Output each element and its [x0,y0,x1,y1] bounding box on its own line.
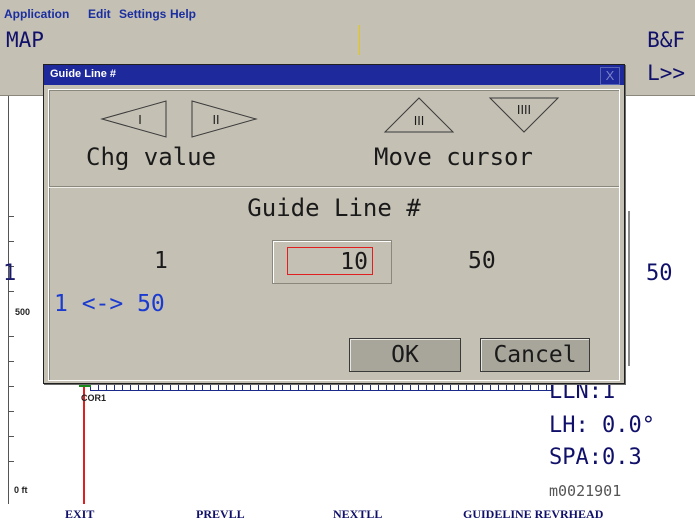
status-id: m0021901 [549,482,622,500]
softkey-bar: EXIT PREVLL NEXTLL GUIDELINE REVRHEAD [0,504,695,523]
prevll-button[interactable]: PREVLL [196,507,245,522]
right-arrow-label: II [212,113,219,127]
header-right-top: B&F [647,28,685,52]
guide-line-value-input[interactable]: 10 [287,247,373,275]
dialog-title-bar: Guide Line # X [44,65,624,85]
up-arrow-label: III [414,114,425,128]
right-value: 50 [646,261,673,286]
menu-settings[interactable]: Settings [119,7,166,21]
value-field-frame: 10 [272,240,392,284]
axis-tick [8,411,14,412]
left-value: 1 [3,261,17,286]
depth-mark-label: 500 [15,307,31,317]
axis-tick [8,291,14,292]
move-cursor-label: Move cursor [374,143,533,171]
zero-depth-label: 0 ft [14,485,28,495]
left-arrow-icon[interactable]: I [100,99,168,139]
menu-bar: Application Edit Settings Help [0,0,695,25]
up-arrow-icon[interactable]: III [383,96,455,134]
range-text: 1 <-> 50 [54,291,165,317]
axis-tick [8,241,14,242]
exit-button[interactable]: EXIT [65,507,94,522]
dialog-heading: Guide Line # [247,194,421,222]
right-arrow-icon[interactable]: II [190,99,258,139]
dialog-divider [49,186,619,188]
nextll-button[interactable]: NEXTLL [333,507,382,522]
menu-help[interactable]: Help [170,7,196,21]
status-spa: SPA:0.3 [549,445,642,470]
guide-line-dialog: Guide Line # X I II III IIII Chg value M… [43,64,625,384]
left-arrow-label: I [138,113,142,127]
axis-tick [8,436,14,437]
dialog-title: Guide Line # [50,68,117,80]
depth-axis [8,96,9,504]
header-right-bottom[interactable]: L>> [647,61,685,85]
right-scale-bar [628,211,630,366]
ok-button[interactable]: OK [349,338,461,372]
header-divider [359,25,360,55]
cancel-button[interactable]: Cancel [480,338,590,372]
axis-tick [8,461,14,462]
close-icon[interactable]: X [600,67,620,85]
marker-label: COR1 [81,393,107,403]
down-arrow-icon[interactable]: IIII [488,96,560,134]
axis-tick [8,216,14,217]
axis-tick [8,336,14,337]
down-arrow-label: IIII [517,103,531,117]
guideline-revrhead-button[interactable]: GUIDELINE REVRHEAD [463,507,603,522]
chg-value-label: Chg value [86,143,217,171]
header-title: MAP [6,28,44,52]
status-lh: LH: 0.0° [549,413,655,438]
max-value: 50 [468,248,496,274]
axis-tick [8,386,14,387]
axis-tick [8,361,14,362]
menu-application[interactable]: Application [4,7,69,21]
menu-edit[interactable]: Edit [88,7,111,21]
min-value: 1 [154,248,168,274]
